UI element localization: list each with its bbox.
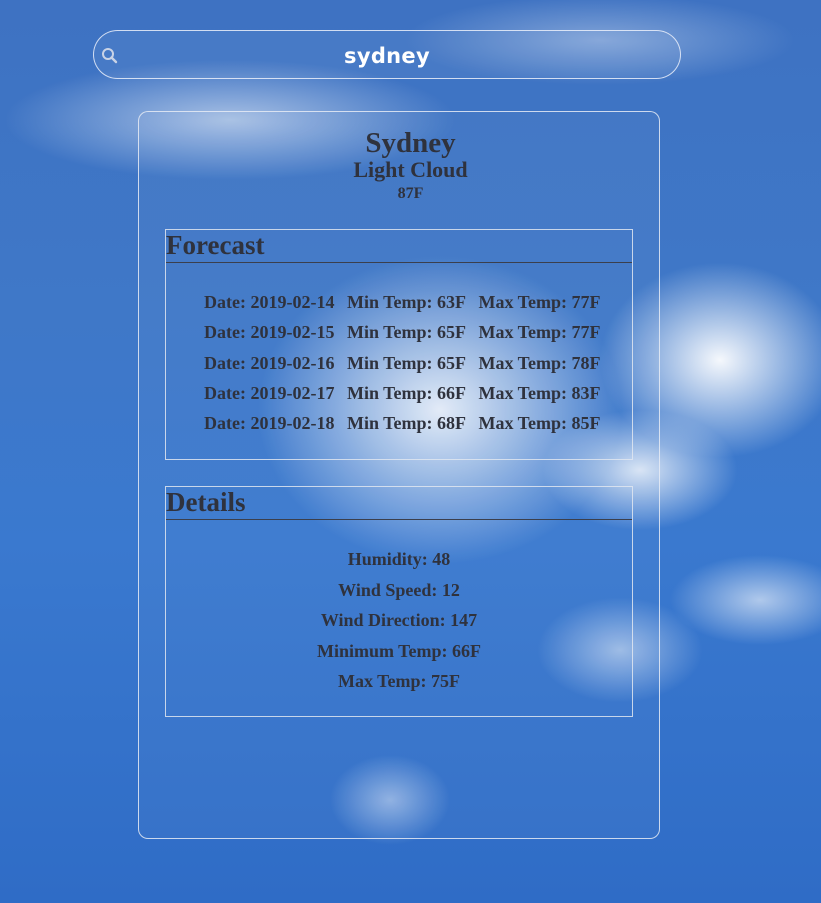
- forecast-row: Date: 2019-02-15 Min Temp: 65F Max Temp:…: [204, 317, 632, 347]
- forecast-min-temp: Min Temp: 66F: [346, 382, 466, 403]
- forecast-date: Date: 2019-02-16: [204, 352, 335, 373]
- forecast-list: Date: 2019-02-14 Min Temp: 63F Max Temp:…: [204, 287, 632, 438]
- forecast-row: Date: 2019-02-18 Min Temp: 68F Max Temp:…: [204, 408, 632, 438]
- forecast-date: Date: 2019-02-14: [204, 292, 335, 312]
- weather-card: [138, 111, 660, 839]
- details-title: Details: [166, 487, 632, 520]
- forecast-date: Date: 2019-02-15: [204, 322, 335, 343]
- forecast-max-temp: Max Temp: 85F: [478, 413, 601, 434]
- weather-condition: Light Cloud: [353, 157, 468, 182]
- forecast-min-temp: Min Temp: 65F: [346, 322, 466, 343]
- current-temperature: 87F: [397, 185, 424, 202]
- forecast-max-temp: Max Temp: 77F: [478, 322, 601, 343]
- forecast-row: Date: 2019-02-17 Min Temp: 66F Max Temp:…: [204, 378, 632, 408]
- wind-speed: Wind Speed: 12: [338, 579, 460, 600]
- forecast-min-temp: Min Temp: 65F: [346, 352, 466, 373]
- forecast-row: Date: 2019-02-14 Min Temp: 63F Max Temp:…: [204, 287, 632, 317]
- forecast-max-temp: Max Temp: 83F: [478, 382, 601, 403]
- forecast-date: Date: 2019-02-18: [204, 413, 335, 434]
- forecast-title: Forecast: [166, 230, 632, 263]
- wind-direction: Wind Direction: 147: [320, 610, 478, 630]
- details-section: Details Humidity: 48 Wind Speed: 12 Wind…: [165, 486, 633, 717]
- forecast-max-temp: Max Temp: 78F: [478, 352, 601, 373]
- forecast-row: Date: 2019-02-16 Min Temp: 65F Max Temp:…: [204, 348, 632, 378]
- forecast-min-temp: Min Temp: 68F: [346, 413, 466, 434]
- details-list: Humidity: 48 Wind Speed: 12 Wind Directi…: [166, 544, 632, 697]
- forecast-section: Forecast Date: 2019-02-14 Min Temp: 63F …: [165, 229, 633, 460]
- max-temp: Max Temp: 75F: [337, 671, 460, 691]
- forecast-max-temp: Max Temp: 77F: [478, 292, 601, 312]
- search-bar[interactable]: [93, 30, 681, 79]
- humidity: Humidity: 48: [347, 549, 451, 569]
- city-name: Sydney: [365, 127, 456, 159]
- search-icon: [100, 46, 120, 66]
- forecast-min-temp: Min Temp: 63F: [346, 292, 466, 312]
- search-input[interactable]: [124, 39, 650, 73]
- forecast-date: Date: 2019-02-17: [204, 382, 335, 403]
- minimum-temp: Minimum Temp: 66F: [316, 640, 481, 661]
